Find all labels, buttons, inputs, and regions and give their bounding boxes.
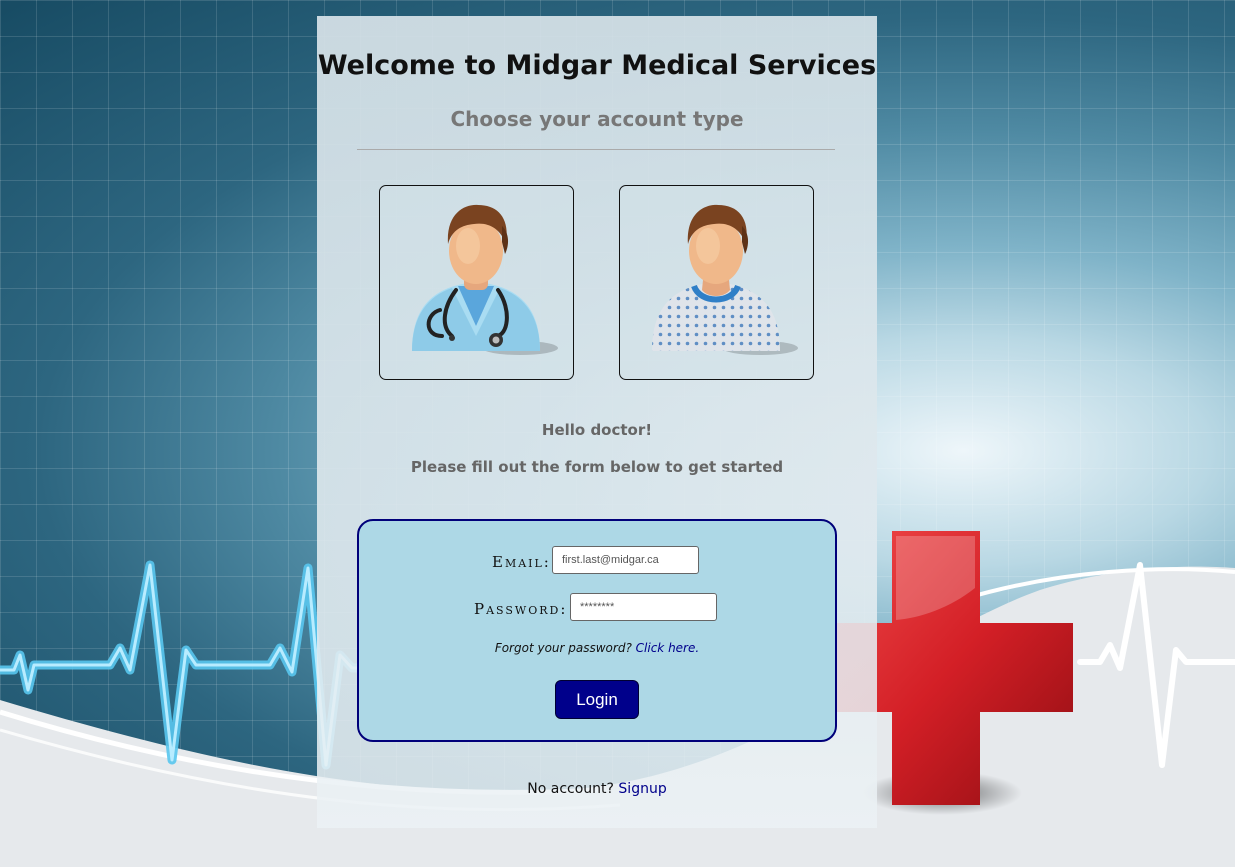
password-field[interactable]: ******** [570, 593, 717, 621]
doctor-account-card[interactable] [379, 185, 574, 380]
password-label: Password: [474, 600, 568, 618]
email-label: Email: [492, 553, 551, 571]
signup-prompt: No account? [527, 781, 614, 797]
forgot-password-text: Forgot your password? [494, 641, 632, 655]
divider [357, 149, 835, 150]
page-title: Welcome to Midgar Medical Services [317, 50, 877, 81]
greeting-text: Hello doctor! [541, 421, 653, 439]
patient-account-card[interactable] [619, 185, 814, 380]
login-button[interactable]: Login [555, 680, 639, 719]
signup-link[interactable]: Signup [618, 781, 666, 797]
email-field[interactable]: first.last@midgar.ca [552, 546, 699, 574]
instructions-text: Please fill out the form below to get st… [410, 458, 784, 476]
doctor-avatar-icon [412, 204, 558, 355]
page-subtitle: Choose your account type [450, 107, 744, 131]
patient-avatar-icon [652, 204, 798, 355]
login-panel: Welcome to Midgar Medical Services Choos… [317, 16, 877, 828]
forgot-password-link[interactable]: Click here. [636, 641, 700, 655]
login-form: Email: first.last@midgar.ca Password: **… [357, 519, 837, 742]
forgot-password-line: Forgot your password? Click here. [359, 641, 835, 655]
signup-line: No account? Signup [317, 781, 877, 797]
